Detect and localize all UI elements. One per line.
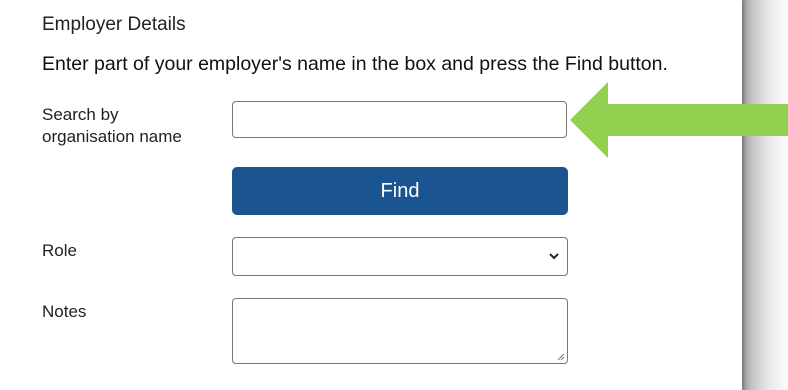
organisation-search-input[interactable] [232,101,567,138]
notes-label: Notes [42,302,87,321]
chevron-down-icon [549,253,559,260]
section-heading: Employer Details [42,14,186,35]
left-pointing-arrow-icon [570,82,788,158]
employer-details-panel: Employer Details Enter part of your empl… [0,0,742,390]
search-label: Search by organisation name [42,105,182,146]
notes-textarea[interactable] [232,298,568,364]
find-button[interactable]: Find [232,167,568,215]
role-label: Role [42,241,77,260]
role-select[interactable] [232,237,568,276]
page-shadow [742,0,788,390]
resize-grip-icon[interactable] [557,353,565,361]
instruction-text: Enter part of your employer's name in th… [42,53,668,75]
